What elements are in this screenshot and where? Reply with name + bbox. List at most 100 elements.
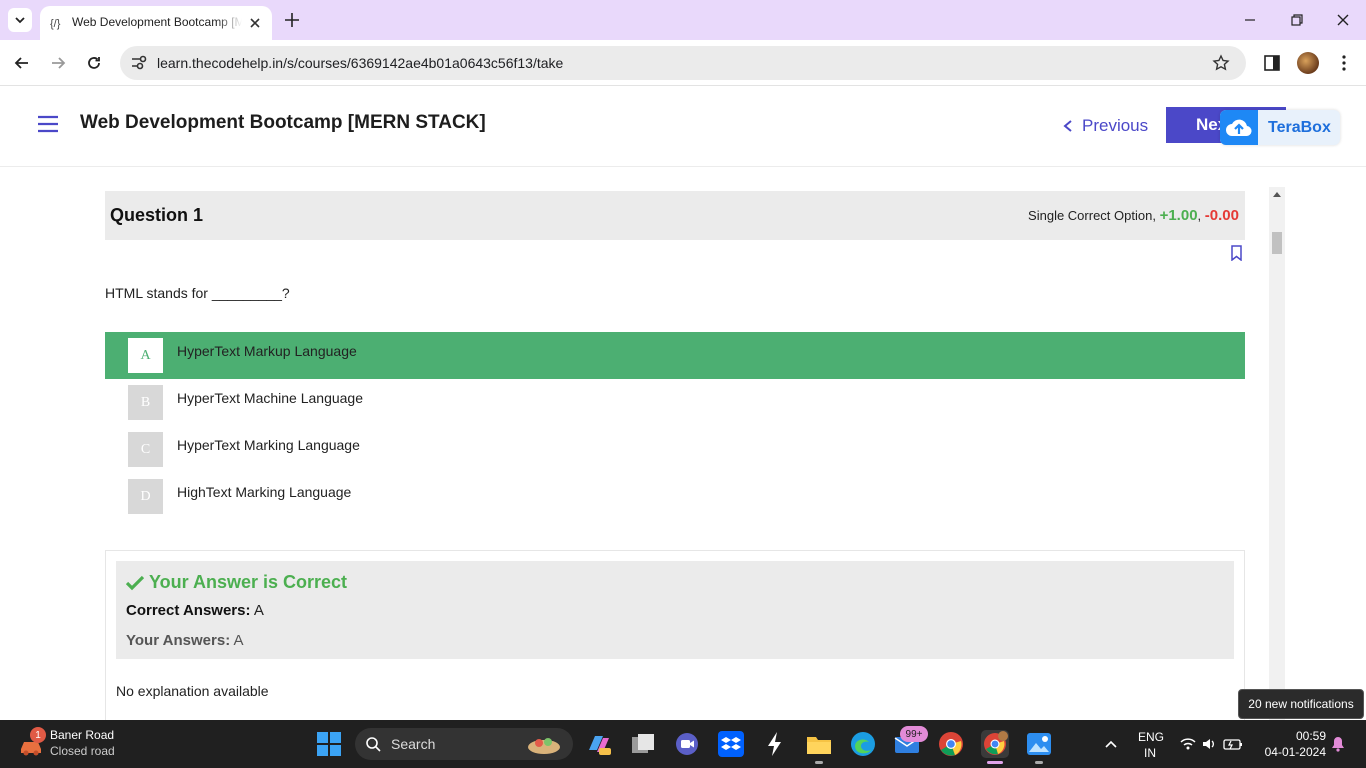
search-icon [366,737,381,752]
new-tab-icon[interactable] [283,11,301,29]
clock-date: 04-01-2024 [1264,745,1326,759]
scroll-up-arrow-icon[interactable] [1273,192,1281,197]
course-header: Web Development Bootcamp [MERN STACK] Pr… [0,87,1366,167]
photos-icon[interactable] [1025,730,1053,758]
taskbar-search[interactable]: Search [355,728,573,760]
volume-icon [1203,739,1214,749]
file-explorer-icon[interactable] [805,730,833,758]
option-c[interactable]: C HyperText Marking Language [105,426,1245,473]
task-view-icon[interactable] [629,730,657,758]
question-marking-info: Single Correct Option, +1.00, -0.00 [1028,207,1239,224]
bookmark-icon[interactable] [1230,245,1243,261]
chrome-profile-icon[interactable] [981,730,1009,758]
option-text: HyperText Marking Language [177,437,360,453]
browser-toolbar: learn.thecodehelp.in/s/courses/6369142ae… [0,40,1366,86]
tab-title: Web Development Bootcamp [MERN STACK] [72,15,242,29]
menu-icon[interactable] [37,115,59,133]
result-summary: Your Answer is Correct Correct Answers: … [116,561,1234,659]
tab-close-icon[interactable] [247,15,263,31]
forward-arrow-icon[interactable] [48,53,68,73]
browser-tab-strip: {/} Web Development Bootcamp [MERN STACK… [0,0,1366,40]
teams-meet-icon[interactable] [673,730,701,758]
cloud-upload-icon [1220,110,1258,145]
battery-icon [1223,739,1242,750]
result-status-text: Your Answer is Correct [149,572,348,592]
correct-answers-line: Correct Answers: A [126,602,264,619]
back-arrow-icon[interactable] [12,53,32,73]
your-answers-line: Your Answers: A [126,632,244,649]
restore-icon[interactable] [1289,12,1305,28]
side-panel-icon[interactable] [1262,53,1282,73]
option-letter: A [128,338,163,373]
window-close-icon[interactable] [1335,12,1351,28]
traffic-widget[interactable]: 1 Baner Road Closed road [18,727,148,763]
traffic-subtitle: Closed road [50,744,115,758]
browser-tab-active[interactable]: {/} Web Development Bootcamp [MERN STACK… [40,6,272,40]
notification-bell-icon[interactable] [1330,736,1346,752]
windows-taskbar: 1 Baner Road Closed road Search 99+ ENG … [0,720,1366,768]
correct-answers-label: Correct Answers: [126,602,251,619]
notifications-toast[interactable]: 20 new notifications [1238,689,1364,719]
profile-avatar[interactable] [1297,52,1319,74]
site-info-icon[interactable] [130,55,148,71]
scrollbar-thumb[interactable] [1272,232,1282,254]
option-b[interactable]: B HyperText Machine Language [105,379,1245,426]
site-favicon-icon: {/} [50,18,61,30]
marks-separator: , [1197,208,1202,223]
question-type: Single Correct Option, [1028,208,1156,223]
checkmark-icon [126,575,144,590]
edge-browser-icon[interactable] [849,730,877,758]
terabox-widget[interactable]: TeraBox [1220,110,1340,145]
dropbox-icon[interactable] [717,730,745,758]
question-title: Question 1 [110,205,204,225]
language-code: ENG [1138,730,1165,744]
traffic-title: Baner Road [50,728,115,742]
answer-result-panel: Your Answer is Correct Correct Answers: … [105,550,1245,720]
system-tray-icons[interactable] [1179,735,1245,753]
explanation-text: No explanation available [116,683,269,699]
copilot-icon[interactable] [585,730,613,758]
svg-text:{/}: {/} [50,18,61,30]
tab-search-button[interactable] [8,8,32,32]
mail-unread-badge: 99+ [900,726,928,742]
show-hidden-icons-chevron-up-icon[interactable] [1104,737,1118,751]
chevron-down-icon [15,17,25,24]
system-clock[interactable]: 00:59 04-01-2024 [1258,728,1326,760]
previous-label: Previous [1082,116,1149,135]
option-d[interactable]: D HighText Marking Language [105,473,1245,520]
terabox-label: TeraBox [1268,119,1331,136]
option-text: HighText Marking Language [177,484,352,500]
chrome-icon[interactable] [937,730,965,758]
chevron-left-icon [1063,120,1072,132]
option-text: HyperText Machine Language [177,390,364,406]
negative-marks: -0.00 [1204,207,1239,224]
result-status: Your Answer is Correct [126,572,347,593]
language-indicator[interactable]: ENG IN [1138,729,1165,761]
search-highlight-icon [528,738,560,754]
photos-running-indicator [1035,761,1043,764]
your-answers-label: Your Answers: [126,632,231,649]
previous-button[interactable]: Previous [1062,115,1148,137]
question-text: HTML stands for _________? [105,285,290,301]
explorer-running-indicator [815,761,823,764]
your-answers-value: A [233,632,244,649]
search-label: Search [391,736,436,752]
windows-start-icon[interactable] [315,730,343,758]
option-letter: C [128,432,163,467]
question-header: Question 1 Single Correct Option, +1.00,… [105,191,1245,240]
address-bar[interactable]: learn.thecodehelp.in/s/courses/6369142ae… [120,46,1246,80]
lightning-app-icon[interactable] [761,730,789,758]
positive-marks: +1.00 [1159,207,1198,224]
minimize-icon[interactable] [1242,12,1258,28]
reload-icon[interactable] [84,53,104,73]
bookmark-star-icon[interactable] [1212,54,1230,72]
course-title: Web Development Bootcamp [MERN STACK] [80,112,486,133]
traffic-badge: 1 [30,727,46,743]
language-region: IN [1144,746,1156,760]
option-a[interactable]: A HyperText Markup Language [105,332,1245,379]
option-text: HyperText Markup Language [177,343,357,359]
correct-answers-value: A [253,602,264,619]
content-scrollbar[interactable] [1269,187,1285,720]
more-menu-icon[interactable] [1334,53,1354,73]
wifi-icon [1180,738,1196,750]
